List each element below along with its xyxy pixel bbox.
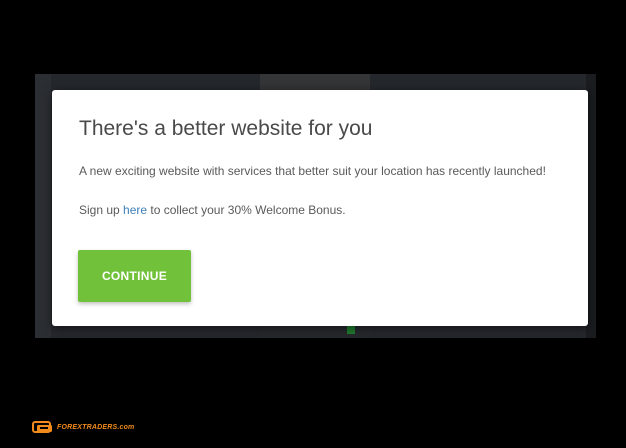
location-redirect-modal: There's a better website for you A new e… bbox=[52, 90, 588, 326]
watermark: FOREXTRADERS.com bbox=[32, 419, 135, 435]
watermark-text: FOREXTRADERS.com bbox=[57, 423, 135, 431]
continue-button[interactable]: CONTINUE bbox=[78, 250, 191, 302]
modal-title: There's a better website for you bbox=[79, 117, 373, 140]
signup-here-link[interactable]: here bbox=[123, 203, 147, 217]
forextraders-logo-icon bbox=[32, 420, 54, 434]
modal-signup-text: Sign up here to collect your 30% Welcome… bbox=[79, 203, 346, 217]
modal-message: A new exciting website with services tha… bbox=[79, 164, 546, 178]
background-sidebar bbox=[35, 74, 51, 338]
signup-suffix: to collect your 30% Welcome Bonus. bbox=[147, 203, 346, 217]
background-marker bbox=[347, 326, 355, 334]
signup-prefix: Sign up bbox=[79, 203, 124, 217]
